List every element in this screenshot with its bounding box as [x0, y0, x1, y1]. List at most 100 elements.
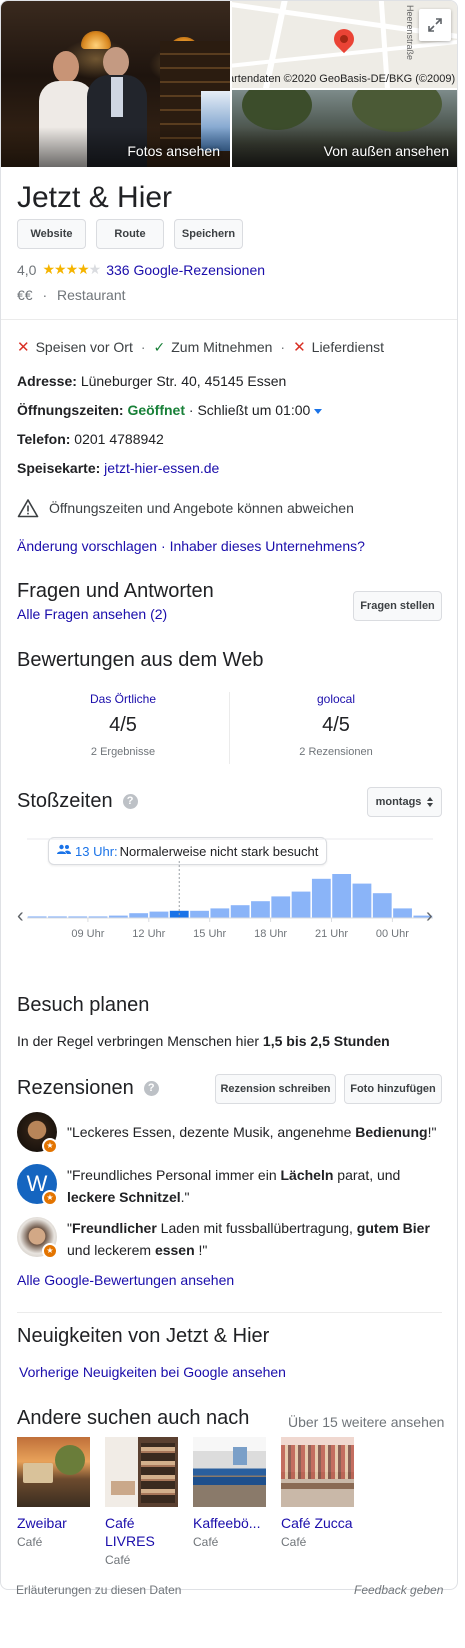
web-review-item[interactable]: Das Örtliche 4/5 2 Ergebnisse	[17, 686, 229, 766]
chart-tick-label: 09 Uhr	[71, 928, 104, 940]
related-place[interactable]: Kaffeebö... Café	[193, 1437, 266, 1549]
chevron-left-icon[interactable]: ‹	[17, 905, 24, 928]
website-button[interactable]: Website	[17, 219, 86, 249]
place-type: Café	[17, 1535, 43, 1549]
chart-bar[interactable]	[291, 891, 311, 918]
data-explanation-link[interactable]: Erläuterungen zu diesen Daten	[16, 1583, 181, 1597]
all-questions-link[interactable]: Alle Fragen ansehen (2)	[17, 606, 167, 622]
chart-bar[interactable]	[251, 901, 270, 918]
expand-icon[interactable]	[419, 9, 451, 41]
live-busyness-chip: 13 Uhr: Normalerweise nicht stark besuch…	[48, 837, 328, 865]
day-select[interactable]: montags	[367, 787, 442, 817]
save-button[interactable]: Speichern	[174, 219, 243, 249]
address-label: Adresse:	[17, 373, 77, 389]
reviews-count-link[interactable]: 336 Google-Rezensionen	[106, 262, 265, 278]
hero-images: Fotos ansehen Heerenstraße artendaten ©2…	[1, 1, 457, 167]
chart-tick-label: 18 Uhr	[254, 928, 287, 940]
photos-thumbnail[interactable]: Fotos ansehen	[1, 1, 230, 167]
chart-tick-label: 21 Uhr	[315, 928, 348, 940]
owner-link[interactable]: Inhaber dieses Unternehmens?	[170, 538, 365, 554]
news-link[interactable]: Vorherige Neuigkeiten bei Google ansehen	[19, 1364, 286, 1380]
map-credit: artendaten ©2020 GeoBasis-DE/BKG (©2009)	[232, 73, 456, 85]
star-rating-icon: ★★★★★	[42, 261, 101, 277]
map-thumbnail[interactable]: Heerenstraße artendaten ©2020 GeoBasis-D…	[232, 1, 457, 88]
chart-bar[interactable]	[393, 908, 412, 918]
visit-duration: 1,5 bis 2,5 Stunden	[262, 1033, 390, 1049]
review-snippet[interactable]: ★ "Freundlicher Laden mit fussballübertr…	[17, 1217, 442, 1261]
place-name[interactable]: Café Zucca	[281, 1514, 354, 1532]
place-type: Café	[281, 1535, 307, 1549]
chart-bar[interactable]	[210, 908, 230, 918]
chart-bar[interactable]	[129, 913, 149, 918]
category-row: €€ · Restaurant	[17, 287, 126, 303]
hours-status: Geöffnet	[127, 402, 185, 418]
chart-bar[interactable]	[372, 893, 392, 918]
help-icon[interactable]: ?	[143, 1081, 159, 1097]
more-places-link[interactable]: Über 15 weitere ansehen	[288, 1414, 444, 1430]
write-review-button[interactable]: Rezension schreiben	[215, 1074, 336, 1104]
help-icon[interactable]: ?	[122, 794, 138, 810]
outside-thumbnail[interactable]: Von außen ansehen	[232, 90, 457, 167]
chevron-right-icon[interactable]: ›	[426, 905, 433, 928]
photos-label[interactable]: Fotos ansehen	[127, 143, 220, 159]
chart-bar[interactable]	[190, 910, 209, 918]
edit-links: Änderung vorschlagen · Inhaber dieses Un…	[17, 538, 365, 554]
rating-value: 4,0	[17, 261, 37, 278]
place-name[interactable]: Kaffeebö...	[193, 1514, 266, 1532]
chart-bar[interactable]	[311, 878, 331, 918]
reviews-title: Rezensionen?	[17, 1077, 159, 1100]
phone-value[interactable]: 0201 4788942	[74, 431, 164, 447]
select-arrows-icon	[427, 797, 434, 807]
place-thumbnail[interactable]	[193, 1437, 266, 1507]
outside-label[interactable]: Von außen ansehen	[324, 143, 449, 159]
qa-title: Fragen und Antworten	[17, 580, 214, 602]
review-text: "Freundlicher Laden mit fussballübertrag…	[67, 1220, 430, 1258]
place-name[interactable]: Café LIVRES	[105, 1514, 178, 1550]
add-photo-button[interactable]: Foto hinzufügen	[344, 1074, 442, 1104]
all-google-reviews-link[interactable]: Alle Google-Bewertungen ansehen	[17, 1272, 234, 1288]
service-option: Zum Mitnehmen	[171, 339, 273, 355]
dropdown-caret-icon[interactable]	[314, 408, 323, 414]
hours-detail: · Schließt um 01:00	[188, 402, 311, 418]
service-option: Lieferdienst	[311, 339, 385, 355]
review-snippet[interactable]: W ★ "Freundliches Personal immer ein Läc…	[17, 1164, 442, 1208]
suggest-edit-link[interactable]: Änderung vorschlagen	[17, 538, 157, 554]
web-review-item[interactable]: golocal 4/5 2 Rezensionen	[230, 686, 442, 766]
related-place[interactable]: Café Zucca Café	[281, 1437, 354, 1549]
place-thumbnail[interactable]	[17, 1437, 90, 1507]
chart-bar[interactable]	[352, 883, 372, 918]
web-review-source[interactable]: Das Örtliche	[17, 692, 229, 706]
place-thumbnail[interactable]	[105, 1437, 178, 1507]
place-thumbnail[interactable]	[281, 1437, 354, 1507]
web-reviews-title: Bewertungen aus dem Web	[17, 649, 264, 671]
review-snippet[interactable]: ★ "Leckeres Essen, dezente Musik, angene…	[17, 1112, 442, 1156]
web-review-count: 2 Ergebnisse	[90, 746, 156, 758]
local-guide-badge-icon: ★	[42, 1243, 58, 1259]
web-review-count: 2 Rezensionen	[299, 746, 373, 758]
price-level: €€	[17, 287, 33, 303]
place-name[interactable]: Zweibar	[17, 1514, 90, 1532]
web-review-source[interactable]: golocal	[230, 692, 442, 706]
chart-bar[interactable]	[332, 874, 352, 918]
visit-duration-text: In der Regel verbringen Menschen hier 1,…	[17, 1033, 390, 1049]
related-place[interactable]: Café LIVRES Café	[105, 1437, 178, 1567]
ask-question-button[interactable]: Fragen stellen	[353, 591, 442, 621]
map-pin-icon	[329, 24, 359, 54]
feedback-link[interactable]: Feedback geben	[354, 1583, 443, 1597]
web-review-score: 4/5	[109, 714, 137, 736]
chart-bar[interactable]	[149, 911, 169, 918]
live-text: Normalerweise nicht stark besucht	[119, 843, 319, 859]
chart-bar[interactable]	[271, 896, 291, 918]
route-button[interactable]: Route	[96, 219, 164, 249]
popular-times-chart: 09 Uhr 12 Uhr 15 Uhr 18 Uhr 21 Uhr 00 Uhr	[27, 838, 433, 940]
divider	[1, 319, 457, 320]
visit-prefix: In der Regel verbringen Menschen hier	[17, 1033, 263, 1049]
business-category: Restaurant	[57, 287, 126, 303]
chart-bar[interactable]	[230, 905, 250, 918]
menu-label: Speisekarte:	[17, 460, 101, 476]
hours-row[interactable]: Öffnungszeiten: Geöffnet · Schließt um 0…	[17, 402, 323, 418]
menu-link[interactable]: jetzt-hier-essen.de	[104, 460, 219, 476]
chart-tick-label: 00 Uhr	[376, 928, 409, 940]
unavailable-x-icon: ✕	[293, 339, 306, 356]
related-place[interactable]: Zweibar Café	[17, 1437, 90, 1549]
